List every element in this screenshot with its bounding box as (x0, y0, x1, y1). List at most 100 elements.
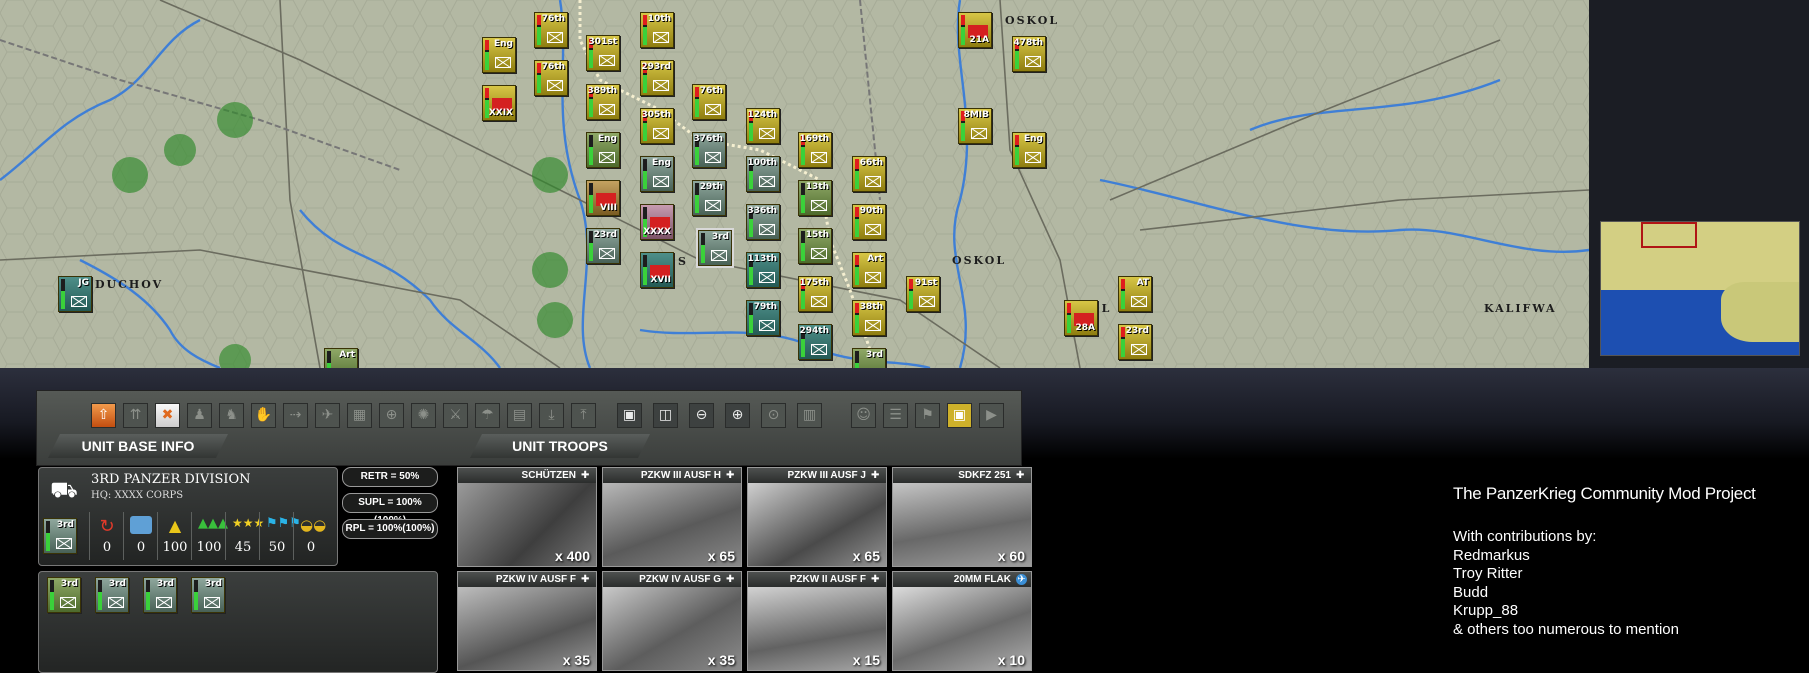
infantry-icon (705, 152, 721, 163)
minimap[interactable] (1600, 221, 1800, 356)
unit-counter[interactable]: Art (852, 252, 886, 288)
unit-counter[interactable]: 169th (798, 132, 832, 168)
zoom-in-button[interactable]: ⊕ (725, 403, 750, 428)
unit-counter[interactable]: 15th (798, 228, 832, 264)
unit-counter[interactable]: 76th (692, 84, 726, 120)
infantry-icon (759, 128, 775, 139)
entrench-icon: ◒◒ (300, 516, 327, 534)
troop-card[interactable]: SDKFZ 251 ✚ x 60 (892, 467, 1032, 567)
unit-counter[interactable]: Eng (586, 132, 620, 168)
entrench-button[interactable]: ▤ (507, 403, 532, 428)
unit-counter[interactable]: 305th (640, 108, 674, 144)
strength-bar (1121, 327, 1125, 357)
strength-bar (961, 15, 965, 45)
infantry-icon (108, 597, 124, 608)
unit-counter[interactable]: XXXX (640, 204, 674, 240)
troop-count: x 15 (852, 652, 880, 668)
troop-card[interactable]: PZKW III AUSF J ✚ x 65 (747, 467, 887, 567)
unit-counter[interactable]: 389th (586, 84, 620, 120)
fort-button[interactable]: ▦ (347, 403, 372, 428)
unit-counter[interactable]: 336th (746, 204, 780, 240)
paradrop-button[interactable]: ☂ (475, 403, 500, 428)
unit-counter[interactable]: 38th (852, 300, 886, 336)
unit-counter[interactable]: XVII (640, 252, 674, 288)
target-button[interactable]: ⊕ (379, 403, 404, 428)
troop-card[interactable]: PZKW IV AUSF G ✚ x 35 (602, 571, 742, 671)
unit-counter[interactable]: Art (324, 348, 358, 368)
selected-unit-counter[interactable]: 3rd (696, 228, 734, 268)
troop-card[interactable]: PZKW III AUSF H ✚ x 65 (602, 467, 742, 567)
map-view-button[interactable]: ▣ (617, 403, 642, 428)
hand-button[interactable]: ✋ (251, 403, 276, 428)
unit-counter[interactable]: Eng (640, 156, 674, 192)
unit-counter[interactable]: Eng (482, 37, 516, 73)
flags-button[interactable]: ⚑ (915, 403, 940, 428)
rail-button[interactable]: ⇢ (283, 403, 308, 428)
leader-button[interactable]: ☺ (851, 403, 876, 428)
unit-counter[interactable]: 113th (746, 252, 780, 288)
tab-unit-troops[interactable]: UNIT TROOPS (470, 434, 650, 458)
subunit-counter[interactable]: 3rd (95, 577, 129, 613)
unit-counter[interactable]: 3rd (852, 348, 886, 368)
bomb-button[interactable]: ✺ (411, 403, 436, 428)
troop-card[interactable]: 20MM FLAK ✈ x 10 (892, 571, 1032, 671)
unit-counter[interactable]: 13th (798, 180, 832, 216)
unit-counter[interactable]: 100th (746, 156, 780, 192)
unit-counter[interactable]: 23rd (586, 228, 620, 264)
unit-counter[interactable]: 79th (746, 300, 780, 336)
subunit-counter[interactable]: 3rd (47, 577, 81, 613)
end-turn-button[interactable]: ▶ (979, 403, 1004, 428)
unit-a-button[interactable]: ♟ (187, 403, 212, 428)
zoom-fit-button[interactable]: ◫ (653, 403, 678, 428)
save-button[interactable]: ▣ (947, 403, 972, 428)
subunit-counter[interactable]: 3rd (143, 577, 177, 613)
unit-counter[interactable]: AT (1118, 276, 1152, 312)
unit-counter[interactable]: 21A (958, 12, 992, 48)
unit-counter[interactable]: 124th (746, 108, 780, 144)
upgrade-button[interactable]: ⤒ (571, 403, 596, 428)
unit-counter[interactable]: 478th (1012, 36, 1046, 72)
minimap-viewport[interactable] (1641, 222, 1697, 248)
game-map[interactable]: OSKOL OSKOL DUCHOV KALIFWA OI OL S Eng 7… (0, 0, 1589, 368)
minimap-land (1721, 282, 1799, 342)
map-terrain (0, 0, 1589, 368)
unit-counter[interactable]: Eng (1012, 132, 1046, 168)
troop-card[interactable]: PZKW II AUSF F ✚ x 15 (747, 571, 887, 671)
unit-counter[interactable]: 76th (534, 60, 568, 96)
report-button[interactable]: ☰ (883, 403, 908, 428)
unit-counter[interactable]: 293rd (640, 60, 674, 96)
air-button[interactable]: ✈ (315, 403, 340, 428)
unit-counter[interactable]: 76th (534, 12, 568, 48)
unit-b-button[interactable]: ♞ (219, 403, 244, 428)
unit-counter[interactable]: 8MIB (958, 108, 992, 144)
tab-unit-base-info[interactable]: UNIT BASE INFO (48, 434, 228, 458)
disband-button[interactable]: ⤓ (539, 403, 564, 428)
unit-counter[interactable]: VIII (586, 180, 620, 216)
unit-counter[interactable]: 90th (852, 204, 886, 240)
tank-type-icon: ✚ (871, 574, 880, 585)
unit-counter[interactable]: 294th (798, 324, 832, 360)
troop-card[interactable]: SCHÜTZEN ✚ x 400 (457, 467, 597, 567)
stack-up-button[interactable]: ⇈ (123, 403, 148, 428)
cross-swords-button[interactable]: ⚔ (443, 403, 468, 428)
move-up-button[interactable]: ⇧ (91, 403, 116, 428)
fighter-icon (71, 296, 87, 307)
zoom-out-button[interactable]: ⊖ (689, 403, 714, 428)
unit-counter[interactable]: 175th (798, 276, 832, 312)
unit-counter[interactable]: 10th (640, 12, 674, 48)
unit-counter[interactable]: 376th (692, 132, 726, 168)
unit-counter[interactable]: 29th (692, 180, 726, 216)
attack-button[interactable]: ✖ (155, 403, 180, 428)
unit-counter[interactable]: 91st (906, 276, 940, 312)
troop-card[interactable]: PZKW IV AUSF F ✚ x 35 (457, 571, 597, 671)
notes-button[interactable]: ▥ (797, 403, 822, 428)
unit-counter[interactable]: XXIX (482, 85, 516, 121)
subunit-panel: 3rd 3rd 3rd 3rd (38, 571, 438, 673)
unit-counter[interactable]: 66th (852, 156, 886, 192)
unit-counter[interactable]: JG (58, 276, 92, 312)
unit-counter[interactable]: 28A (1064, 300, 1098, 336)
zoom-reset-button[interactable]: ⊙ (761, 403, 786, 428)
unit-counter[interactable]: 301st (586, 35, 620, 71)
unit-counter[interactable]: 23rd (1118, 324, 1152, 360)
subunit-counter[interactable]: 3rd (191, 577, 225, 613)
